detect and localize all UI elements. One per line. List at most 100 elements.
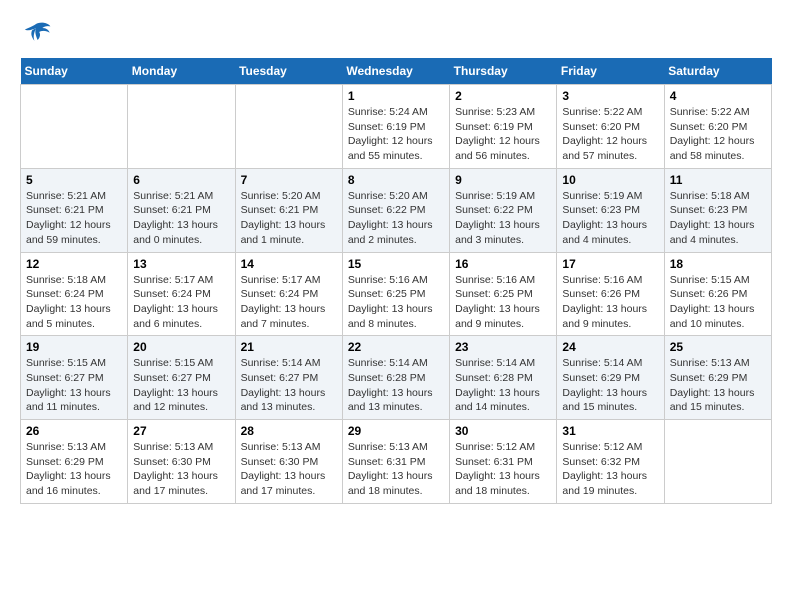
calendar-cell: 17 Sunrise: 5:16 AM Sunset: 6:26 PM Dayli…: [557, 252, 664, 336]
day-info: Sunrise: 5:14 AM Sunset: 6:27 PM Dayligh…: [241, 356, 337, 415]
header-wednesday: Wednesday: [342, 58, 449, 85]
calendar-cell: 21 Sunrise: 5:14 AM Sunset: 6:27 PM Dayli…: [235, 336, 342, 420]
calendar-cell: 30 Sunrise: 5:12 AM Sunset: 6:31 PM Dayli…: [450, 420, 557, 504]
day-number: 6: [133, 173, 229, 187]
calendar-cell: 2 Sunrise: 5:23 AM Sunset: 6:19 PM Daylig…: [450, 85, 557, 169]
header-saturday: Saturday: [664, 58, 771, 85]
calendar-cell: 15 Sunrise: 5:16 AM Sunset: 6:25 PM Dayli…: [342, 252, 449, 336]
calendar-week-2: 5Sunrise: 5:21 AM Sunset: 6:21 PM Daylig…: [21, 168, 772, 252]
day-number: 17: [562, 257, 658, 271]
day-number: 14: [241, 257, 337, 271]
calendar-cell: 1 Sunrise: 5:24 AM Sunset: 6:19 PM Daylig…: [342, 85, 449, 169]
day-info: Sunrise: 5:15 AM Sunset: 6:26 PM Dayligh…: [670, 273, 766, 332]
day-info: Sunrise: 5:22 AM Sunset: 6:20 PM Dayligh…: [562, 105, 658, 164]
calendar-cell: [21, 85, 128, 169]
calendar-cell: 24 Sunrise: 5:14 AM Sunset: 6:29 PM Dayli…: [557, 336, 664, 420]
header-friday: Friday: [557, 58, 664, 85]
calendar-cell: [664, 420, 771, 504]
day-info: Sunrise: 5:16 AM Sunset: 6:26 PM Dayligh…: [562, 273, 658, 332]
day-info: Sunrise: 5:24 AM Sunset: 6:19 PM Dayligh…: [348, 105, 444, 164]
page-header: [20, 20, 772, 48]
calendar-week-3: 12 Sunrise: 5:18 AM Sunset: 6:24 PM Dayli…: [21, 252, 772, 336]
header-monday: Monday: [128, 58, 235, 85]
day-number: 1: [348, 89, 444, 103]
day-number: 7: [241, 173, 337, 187]
calendar-cell: 9 Sunrise: 5:19 AM Sunset: 6:22 PM Daylig…: [450, 168, 557, 252]
day-info: Sunrise: 5:23 AM Sunset: 6:19 PM Dayligh…: [455, 105, 551, 164]
calendar-cell: 16 Sunrise: 5:16 AM Sunset: 6:25 PM Dayli…: [450, 252, 557, 336]
day-info: Sunrise: 5:18 AM Sunset: 6:23 PM Dayligh…: [670, 189, 766, 248]
calendar-cell: 11 Sunrise: 5:18 AM Sunset: 6:23 PM Dayli…: [664, 168, 771, 252]
day-info: Sunrise: 5:21 AM Sunset: 6:21 PM Dayligh…: [133, 189, 229, 248]
day-number: 29: [348, 424, 444, 438]
day-info: Sunrise: 5:20 AM Sunset: 6:22 PM Dayligh…: [348, 189, 444, 248]
day-number: 15: [348, 257, 444, 271]
day-info: Sunrise: 5:16 AM Sunset: 6:25 PM Dayligh…: [455, 273, 551, 332]
day-number: 19: [26, 340, 122, 354]
calendar-cell: 10 Sunrise: 5:19 AM Sunset: 6:23 PM Dayli…: [557, 168, 664, 252]
day-info: Sunrise: 5:21 AM Sunset: 6:21 PM Dayligh…: [26, 189, 122, 248]
calendar-week-4: 19 Sunrise: 5:15 AM Sunset: 6:27 PM Dayli…: [21, 336, 772, 420]
calendar-cell: 25 Sunrise: 5:13 AM Sunset: 6:29 PM Dayli…: [664, 336, 771, 420]
day-info: Sunrise: 5:12 AM Sunset: 6:32 PM Dayligh…: [562, 440, 658, 499]
day-number: 18: [670, 257, 766, 271]
calendar-cell: 12 Sunrise: 5:18 AM Sunset: 6:24 PM Dayli…: [21, 252, 128, 336]
calendar-cell: 27 Sunrise: 5:13 AM Sunset: 6:30 PM Dayli…: [128, 420, 235, 504]
day-number: 27: [133, 424, 229, 438]
calendar-cell: 8 Sunrise: 5:20 AM Sunset: 6:22 PM Daylig…: [342, 168, 449, 252]
day-number: 12: [26, 257, 122, 271]
calendar-cell: 3 Sunrise: 5:22 AM Sunset: 6:20 PM Daylig…: [557, 85, 664, 169]
day-info: Sunrise: 5:19 AM Sunset: 6:22 PM Dayligh…: [455, 189, 551, 248]
day-number: 10: [562, 173, 658, 187]
day-info: Sunrise: 5:22 AM Sunset: 6:20 PM Dayligh…: [670, 105, 766, 164]
day-info: Sunrise: 5:16 AM Sunset: 6:25 PM Dayligh…: [348, 273, 444, 332]
day-number: 16: [455, 257, 551, 271]
calendar-cell: 22Sunrise: 5:14 AM Sunset: 6:28 PM Dayli…: [342, 336, 449, 420]
day-info: Sunrise: 5:14 AM Sunset: 6:29 PM Dayligh…: [562, 356, 658, 415]
day-number: 30: [455, 424, 551, 438]
calendar-cell: 23Sunrise: 5:14 AM Sunset: 6:28 PM Dayli…: [450, 336, 557, 420]
day-info: Sunrise: 5:13 AM Sunset: 6:30 PM Dayligh…: [241, 440, 337, 499]
calendar-cell: 28 Sunrise: 5:13 AM Sunset: 6:30 PM Dayli…: [235, 420, 342, 504]
logo-bird-icon: [20, 20, 52, 48]
day-number: 2: [455, 89, 551, 103]
day-info: Sunrise: 5:19 AM Sunset: 6:23 PM Dayligh…: [562, 189, 658, 248]
day-info: Sunrise: 5:14 AM Sunset: 6:28 PM Dayligh…: [348, 356, 444, 415]
day-number: 25: [670, 340, 766, 354]
day-number: 11: [670, 173, 766, 187]
day-number: 28: [241, 424, 337, 438]
header-tuesday: Tuesday: [235, 58, 342, 85]
day-info: Sunrise: 5:17 AM Sunset: 6:24 PM Dayligh…: [241, 273, 337, 332]
calendar-cell: 14 Sunrise: 5:17 AM Sunset: 6:24 PM Dayli…: [235, 252, 342, 336]
calendar-cell: 29 Sunrise: 5:13 AM Sunset: 6:31 PM Dayli…: [342, 420, 449, 504]
calendar-cell: 20Sunrise: 5:15 AM Sunset: 6:27 PM Dayli…: [128, 336, 235, 420]
day-number: 24: [562, 340, 658, 354]
calendar-week-5: 26Sunrise: 5:13 AM Sunset: 6:29 PM Dayli…: [21, 420, 772, 504]
day-info: Sunrise: 5:13 AM Sunset: 6:31 PM Dayligh…: [348, 440, 444, 499]
day-number: 3: [562, 89, 658, 103]
calendar-cell: 6 Sunrise: 5:21 AM Sunset: 6:21 PM Daylig…: [128, 168, 235, 252]
calendar-cell: 4 Sunrise: 5:22 AM Sunset: 6:20 PM Daylig…: [664, 85, 771, 169]
day-info: Sunrise: 5:15 AM Sunset: 6:27 PM Dayligh…: [133, 356, 229, 415]
day-number: 23: [455, 340, 551, 354]
day-number: 4: [670, 89, 766, 103]
calendar-cell: 19 Sunrise: 5:15 AM Sunset: 6:27 PM Dayli…: [21, 336, 128, 420]
day-number: 13: [133, 257, 229, 271]
day-info: Sunrise: 5:18 AM Sunset: 6:24 PM Dayligh…: [26, 273, 122, 332]
calendar-week-1: 1 Sunrise: 5:24 AM Sunset: 6:19 PM Daylig…: [21, 85, 772, 169]
day-info: Sunrise: 5:13 AM Sunset: 6:29 PM Dayligh…: [670, 356, 766, 415]
day-info: Sunrise: 5:12 AM Sunset: 6:31 PM Dayligh…: [455, 440, 551, 499]
logo: [20, 20, 56, 48]
header-sunday: Sunday: [21, 58, 128, 85]
calendar-cell: [235, 85, 342, 169]
day-number: 9: [455, 173, 551, 187]
calendar-cell: 13Sunrise: 5:17 AM Sunset: 6:24 PM Dayli…: [128, 252, 235, 336]
calendar-cell: 5Sunrise: 5:21 AM Sunset: 6:21 PM Daylig…: [21, 168, 128, 252]
day-info: Sunrise: 5:15 AM Sunset: 6:27 PM Dayligh…: [26, 356, 122, 415]
day-number: 26: [26, 424, 122, 438]
day-number: 8: [348, 173, 444, 187]
day-number: 31: [562, 424, 658, 438]
day-number: 21: [241, 340, 337, 354]
calendar-cell: [128, 85, 235, 169]
day-info: Sunrise: 5:13 AM Sunset: 6:30 PM Dayligh…: [133, 440, 229, 499]
